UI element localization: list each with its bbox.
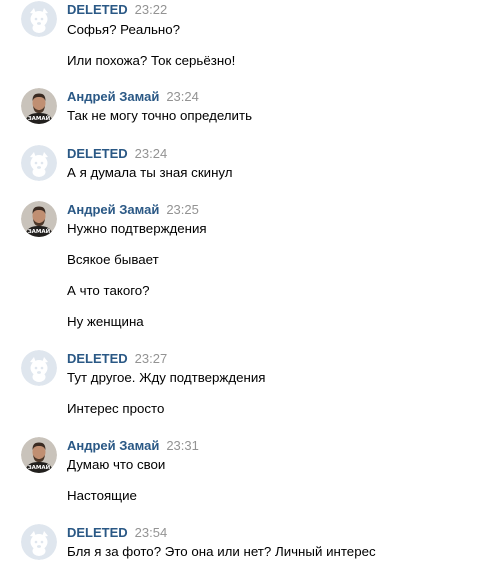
message-header: Андрей Замай 23:25 (67, 201, 199, 219)
message-text: Бля я за фото? Это она или нет? Личный и… (67, 544, 376, 559)
author-name[interactable]: DELETED (67, 146, 128, 161)
message-time[interactable]: 23:54 (135, 525, 168, 540)
deleted-dog-icon (21, 350, 57, 386)
message-time[interactable]: 23:25 (166, 202, 199, 217)
message-time[interactable]: 23:31 (166, 438, 199, 453)
deleted-dog-icon (21, 1, 57, 37)
author-name[interactable]: Андрей Замай (67, 438, 159, 453)
author-name[interactable]: Андрей Замай (67, 89, 159, 104)
user-avatar[interactable]: ЗАМАЙ (21, 437, 57, 473)
message-header: DELETED 23:27 (67, 350, 167, 368)
message-header: DELETED 23:54 (67, 524, 167, 542)
message-text: Интерес просто (67, 401, 165, 416)
message-header: DELETED 23:24 (67, 145, 167, 163)
avatar-caption: ЗАМАЙ (28, 114, 51, 122)
message-text: Думаю что свои (67, 457, 166, 472)
message-text: Настоящие (67, 488, 137, 503)
avatar-caption: ЗАМАЙ (28, 227, 51, 235)
author-name[interactable]: Андрей Замай (67, 202, 159, 217)
message-text: Так не могу точно определить (67, 108, 253, 123)
user-photo-icon: ЗАМАЙ (21, 201, 57, 237)
user-photo-icon: ЗАМАЙ (21, 88, 57, 124)
user-avatar[interactable]: ЗАМАЙ (21, 201, 57, 237)
deleted-dog-icon (21, 524, 57, 560)
author-name[interactable]: DELETED (67, 351, 128, 366)
message-text: Ну женщина (67, 314, 144, 329)
deleted-dog-icon (21, 145, 57, 181)
avatar-caption: ЗАМАЙ (28, 463, 51, 471)
author-name[interactable]: DELETED (67, 525, 128, 540)
message-header: DELETED 23:22 (67, 1, 167, 19)
message-time[interactable]: 23:24 (166, 89, 199, 104)
message-text: Или похожа? Ток серьёзно! (67, 53, 236, 68)
deleted-user-avatar[interactable] (21, 524, 57, 560)
message-time[interactable]: 23:22 (135, 2, 168, 17)
message-text: Софья? Реально? (67, 22, 181, 37)
message-text: Всякое бывает (67, 252, 159, 267)
deleted-user-avatar[interactable] (21, 350, 57, 386)
message-time[interactable]: 23:27 (135, 351, 168, 366)
message-time[interactable]: 23:24 (135, 146, 168, 161)
chat-history: DELETED 23:22 Софья? Реально? Или похожа?… (0, 0, 479, 571)
message-header: Андрей Замай 23:31 (67, 437, 199, 455)
deleted-user-avatar[interactable] (21, 1, 57, 37)
deleted-user-avatar[interactable] (21, 145, 57, 181)
user-avatar[interactable]: ЗАМАЙ (21, 88, 57, 124)
message-text: Тут другое. Жду подтверждения (67, 370, 266, 385)
user-photo-icon: ЗАМАЙ (21, 437, 57, 473)
message-text: А я думала ты зная скинул (67, 165, 233, 180)
author-name[interactable]: DELETED (67, 2, 128, 17)
message-text: А что такого? (67, 283, 150, 298)
message-text: Нужно подтверждения (67, 221, 207, 236)
message-header: Андрей Замай 23:24 (67, 88, 199, 106)
